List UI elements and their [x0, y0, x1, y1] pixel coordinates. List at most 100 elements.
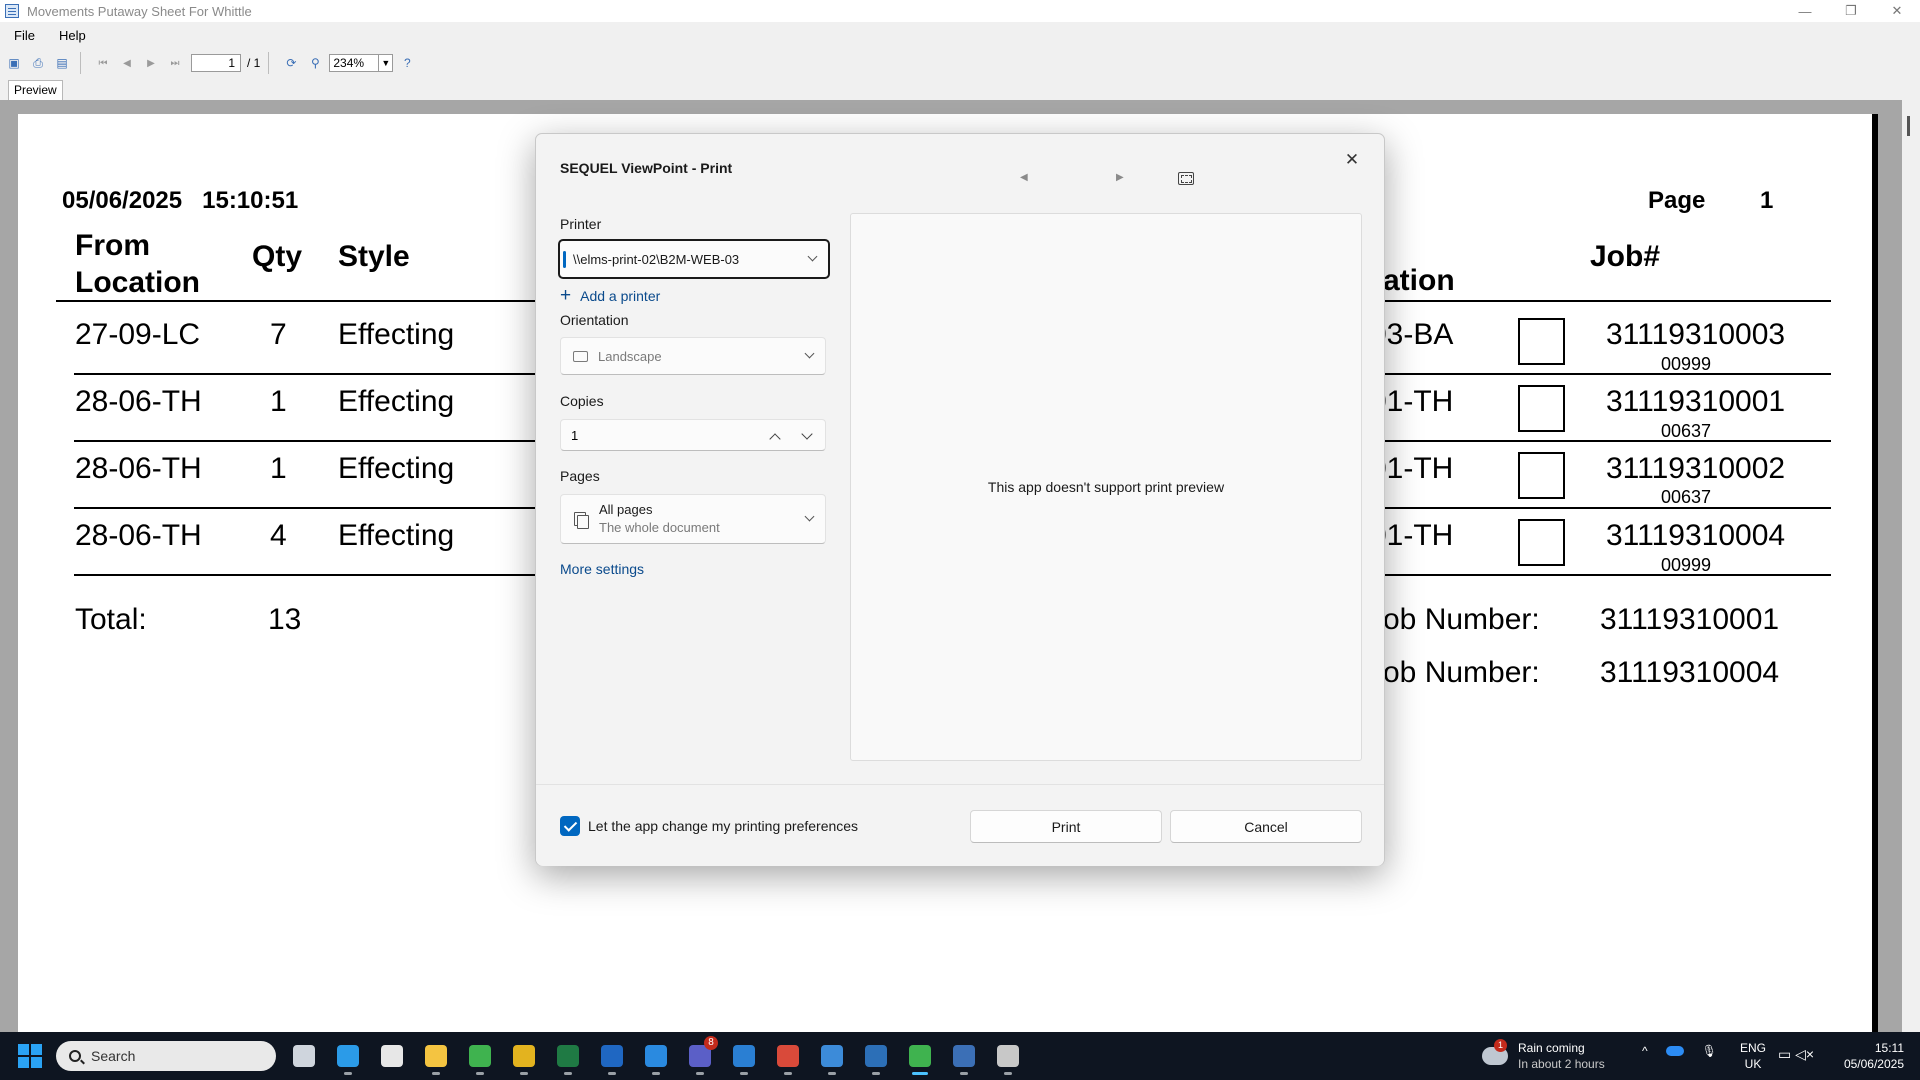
start-button[interactable]: [18, 1044, 42, 1068]
print-icon[interactable]: ⎙: [28, 53, 48, 73]
taskbar-app-teams[interactable]: 8: [684, 1036, 718, 1075]
taskbar-app-remote[interactable]: [948, 1040, 980, 1075]
row-style: Effecting: [338, 385, 455, 418]
row-qty: 4: [270, 519, 287, 552]
pages-text: All pages The whole document: [599, 501, 720, 537]
file-explorer-icon: [425, 1045, 447, 1067]
chevron-down-icon[interactable]: [801, 428, 813, 440]
taskbar-app-edge[interactable]: [332, 1040, 364, 1075]
pages-label: Pages: [560, 468, 600, 484]
last-page-icon[interactable]: ⏭: [165, 53, 185, 73]
running-indicator: [912, 1072, 928, 1075]
row-job: 31119310002: [1606, 452, 1786, 485]
minimize-button[interactable]: —: [1782, 0, 1828, 22]
microphone-icon[interactable]: 🎙: [1702, 1044, 1717, 1058]
running-indicator: [960, 1072, 968, 1075]
weather-subtitle: In about 2 hours: [1518, 1057, 1605, 1071]
first-page-icon[interactable]: ⏮: [93, 53, 113, 73]
add-printer-link[interactable]: + Add a printer: [560, 286, 661, 305]
help-icon[interactable]: ?: [397, 53, 417, 73]
chevron-down-icon[interactable]: ▼: [378, 55, 392, 71]
tree-icon[interactable]: ▤: [52, 53, 72, 73]
print-button[interactable]: Print: [970, 810, 1162, 843]
taskbar-app-app-grey[interactable]: [992, 1040, 1024, 1075]
photos-icon: [733, 1045, 755, 1067]
taskbar-search[interactable]: Search: [56, 1041, 276, 1071]
pages-select[interactable]: All pages The whole document: [560, 494, 826, 544]
row-sub: 00999: [1661, 555, 1712, 575]
running-indicator: [476, 1072, 484, 1075]
taskbar-app-app-search[interactable]: [860, 1040, 892, 1075]
taskbar-app-search-app[interactable]: [464, 1040, 496, 1075]
menu-help[interactable]: Help: [45, 28, 96, 43]
zoom-value: 234%: [333, 56, 365, 70]
orientation-select[interactable]: Landscape: [560, 337, 826, 375]
vertical-scrollbar[interactable]: [1902, 100, 1920, 1032]
network-volume-icons[interactable]: ▭ ◁×: [1778, 1046, 1814, 1063]
weather-icon: 1: [1482, 1039, 1508, 1065]
onedrive-icon[interactable]: [1665, 1046, 1684, 1056]
menu-bar: File Help: [0, 24, 96, 46]
running-indicator: [872, 1072, 880, 1075]
menu-file[interactable]: File: [0, 28, 45, 43]
row-qty: 1: [270, 385, 287, 418]
fit-page-icon[interactable]: [1178, 172, 1194, 185]
weather-widget[interactable]: 1 Rain coming In about 2 hours: [1482, 1039, 1605, 1072]
remote-icon: [953, 1045, 975, 1067]
preview-next-icon[interactable]: ▶: [1116, 172, 1124, 183]
dialog-title: SEQUEL ViewPoint - Print: [560, 160, 733, 176]
zoom-select[interactable]: 234% ▼: [329, 54, 394, 72]
copies-stepper[interactable]: 1: [560, 419, 826, 451]
taskbar-app-photos[interactable]: [728, 1040, 760, 1075]
printing-preferences-label: Let the app change my printing preferenc…: [588, 818, 859, 834]
restore-button[interactable]: ❐: [1828, 0, 1874, 22]
running-indicator: [784, 1072, 792, 1075]
running-indicator: [564, 1072, 572, 1075]
show-hidden-icons[interactable]: ^: [1642, 1044, 1648, 1058]
header-to-location: ation: [1383, 264, 1455, 297]
taskbar-app-excel[interactable]: [552, 1040, 584, 1075]
windows-logo-icon: [18, 1057, 29, 1068]
cancel-button[interactable]: Cancel: [1170, 810, 1362, 843]
export-icon[interactable]: ▣: [4, 53, 24, 73]
chevron-up-icon[interactable]: [769, 433, 781, 445]
taskbar-app-file-explorer[interactable]: [420, 1040, 452, 1075]
taskbar-app-outlook[interactable]: [596, 1040, 628, 1075]
more-settings-link[interactable]: More settings: [560, 561, 644, 577]
toolbar-divider: [268, 52, 270, 74]
printer-select[interactable]: \\elms-print-02\B2M-WEB-03: [558, 239, 830, 279]
close-window-button[interactable]: ✕: [1874, 0, 1920, 22]
add-printer-label: Add a printer: [580, 288, 661, 304]
system-tray: ^ 🎙: [1642, 1044, 1735, 1058]
taskbar-apps: 8: [288, 1036, 1036, 1075]
report-datetime: 05/06/2025 15:10:51: [62, 187, 299, 214]
refresh-icon[interactable]: ⟳: [281, 53, 301, 73]
title-bar: Movements Putaway Sheet For Whittle — ❐ …: [0, 0, 1920, 22]
taskbar-app-store[interactable]: [376, 1040, 408, 1072]
previous-page-icon[interactable]: ◀: [117, 53, 137, 73]
close-icon[interactable]: ✕: [1336, 144, 1368, 176]
taskbar-app-chrome[interactable]: [508, 1040, 540, 1075]
task-view-icon: [293, 1045, 315, 1067]
tab-preview[interactable]: Preview: [8, 80, 63, 100]
next-page-icon[interactable]: ▶: [141, 53, 161, 73]
taskbar-app-notepad[interactable]: [816, 1040, 848, 1075]
header-from-location: From Location: [75, 229, 200, 299]
printing-preferences-checkbox[interactable]: [560, 816, 580, 836]
taskbar-app-app-blue[interactable]: [640, 1040, 672, 1075]
chevron-down-icon: [807, 251, 818, 262]
preview-previous-icon[interactable]: ◀: [1020, 172, 1028, 183]
language-indicator[interactable]: ENG UK: [1740, 1040, 1766, 1072]
taskbar-app-task-view[interactable]: [288, 1040, 320, 1072]
clock[interactable]: 15:11 05/06/2025: [1844, 1040, 1904, 1072]
taskbar-app-viewpoint[interactable]: [904, 1040, 936, 1075]
chrome-icon: [513, 1045, 535, 1067]
scroll-thumb[interactable]: [1907, 116, 1910, 136]
tab-strip: Preview: [0, 78, 1920, 102]
find-icon[interactable]: ⚲: [305, 53, 325, 73]
running-indicator: [1004, 1072, 1012, 1075]
taskbar-app-snipping[interactable]: [772, 1040, 804, 1075]
row-job: 31119310004: [1606, 519, 1786, 552]
page-total: / 1: [247, 56, 261, 70]
page-number-input[interactable]: 1: [191, 54, 241, 72]
